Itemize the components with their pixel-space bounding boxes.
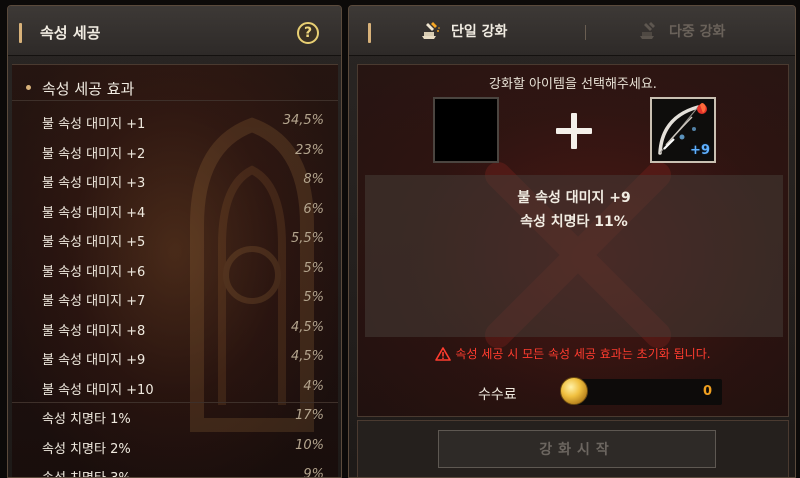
effect-probability: 4,5% — [290, 319, 324, 335]
instruction-text: 강화할 아이템을 선택해주세요. — [489, 77, 657, 92]
hammer-anvil-icon — [640, 22, 655, 39]
crit-effect-row: 속성 치명타 1% 17% — [12, 402, 338, 432]
effect-probability: 5,5% — [290, 231, 324, 246]
tab-bar: 단일 강화 다중 강화 — [349, 6, 795, 56]
gold-coin-icon — [560, 377, 588, 405]
result-line: 속성 치명타 11% — [520, 214, 628, 230]
tab-label: 단일 강화 — [451, 24, 508, 40]
effect-name: 속성 치명타 2% — [42, 441, 131, 457]
effect-row: 불 속성 대미지 +6 5% — [12, 255, 338, 285]
tab-divider — [585, 25, 586, 40]
warning-icon — [435, 346, 452, 361]
effect-name: 속성 치명타 3% — [42, 467, 131, 477]
action-area: 강화시작 — [357, 420, 789, 477]
effect-name: 불 속성 대미지 +2 — [42, 146, 146, 162]
fee-display: 0 — [572, 379, 722, 405]
effect-name: 속성 치명타 1% — [42, 412, 131, 427]
item-enhance-level: +9 — [690, 143, 710, 158]
effect-row: 불 속성 대미지 +2 23% — [12, 137, 338, 167]
effect-list-panel: 속성 세공 효과 불 속성 대미지 +1 34,5% 불 속성 대미지 +2 2… — [12, 64, 338, 478]
effect-name: 불 속성 대미지 +6 — [42, 264, 146, 280]
enhance-main-area: 강화할 아이템을 선택해주세요. +9 불 속성 대미지 +9 속성 치명타 1… — [357, 64, 789, 417]
effect-probability: 9% — [303, 467, 324, 478]
effect-probability: 10% — [295, 437, 324, 453]
section-title: 속성 세공 효과 — [42, 80, 135, 98]
effect-name: 불 속성 대미지 +9 — [42, 353, 146, 368]
effect-name: 불 속성 대미지 +4 — [42, 205, 146, 221]
bullet-icon — [26, 85, 31, 90]
effect-probability: 4% — [303, 378, 324, 394]
effect-probability: 4,5% — [290, 349, 324, 364]
effect-probability: 8% — [303, 172, 324, 187]
effect-row: 불 속성 대미지 +7 5% — [12, 284, 338, 314]
effect-row: 불 속성 대미지 +4 6% — [12, 196, 338, 226]
effect-list: 불 속성 대미지 +1 34,5% 불 속성 대미지 +2 23% 불 속성 대… — [12, 107, 338, 478]
tab-label: 다중 강화 — [669, 24, 726, 40]
enhancement-panel: 단일 강화 다중 강화 강화할 아이템을 선택해주세요. +9 불 속성 대미지… — [348, 5, 796, 478]
warning-text: 속성 세공 시 모든 속성 세공 효과는 초기화 됩니다. — [455, 347, 711, 361]
crit-effect-row: 속성 치명타 2% 10% — [12, 432, 338, 462]
effect-row: 불 속성 대미지 +5 5,5% — [12, 225, 338, 255]
material-slot-empty[interactable] — [433, 97, 499, 163]
plus-icon — [556, 113, 592, 149]
effect-probability: 6% — [303, 201, 324, 217]
effect-name: 불 속성 대미지 +10 — [42, 382, 154, 398]
header-accent-bar — [19, 23, 22, 43]
result-preview-box: 불 속성 대미지 +9 속성 치명타 11% — [365, 175, 783, 337]
fee-label: 수수료 — [478, 387, 517, 403]
tab-single-enhance[interactable]: 단일 강화 — [419, 6, 507, 56]
effect-name: 불 속성 대미지 +8 — [42, 323, 146, 339]
effect-probability: 5% — [303, 260, 324, 276]
crit-effect-row: 속성 치명타 3% 9% — [12, 461, 338, 478]
effect-row: 불 속성 대미지 +3 8% — [12, 166, 338, 196]
effect-probability: 5% — [303, 290, 324, 305]
item-slot[interactable]: +9 — [650, 97, 716, 163]
start-enhance-button[interactable]: 강화시작 — [438, 430, 716, 468]
attribute-crafting-panel: 속성 세공 ? 속성 세공 효과 불 속성 대미지 +1 34,5% 불 속성 … — [7, 5, 342, 478]
panel-title: 속성 세공 — [40, 24, 101, 42]
tab-multi-enhance[interactable]: 다중 강화 — [637, 6, 725, 56]
panel-header: 속성 세공 ? — [8, 6, 341, 56]
hammer-anvil-icon — [422, 22, 440, 39]
effect-name: 불 속성 대미지 +7 — [42, 294, 146, 309]
warning-message: 속성 세공 시 모든 속성 세공 효과는 초기화 됩니다. — [358, 345, 788, 362]
fee-value: 0 — [702, 384, 712, 399]
result-line: 불 속성 대미지 +9 — [517, 190, 631, 206]
effect-name: 불 속성 대미지 +1 — [42, 117, 146, 132]
effect-name: 불 속성 대미지 +3 — [42, 176, 146, 191]
effect-probability: 17% — [295, 408, 324, 423]
help-button[interactable]: ? — [297, 22, 319, 44]
section-header: 속성 세공 효과 — [12, 73, 338, 101]
header-accent-bar — [368, 23, 371, 43]
effect-row: 불 속성 대미지 +10 4% — [12, 373, 338, 403]
effect-row: 불 속성 대미지 +9 4,5% — [12, 343, 338, 373]
effect-row: 불 속성 대미지 +1 34,5% — [12, 107, 338, 137]
effect-name: 불 속성 대미지 +5 — [42, 235, 146, 250]
effect-row: 불 속성 대미지 +8 4,5% — [12, 314, 338, 344]
effect-probability: 23% — [295, 142, 324, 158]
effect-probability: 34,5% — [282, 113, 324, 128]
